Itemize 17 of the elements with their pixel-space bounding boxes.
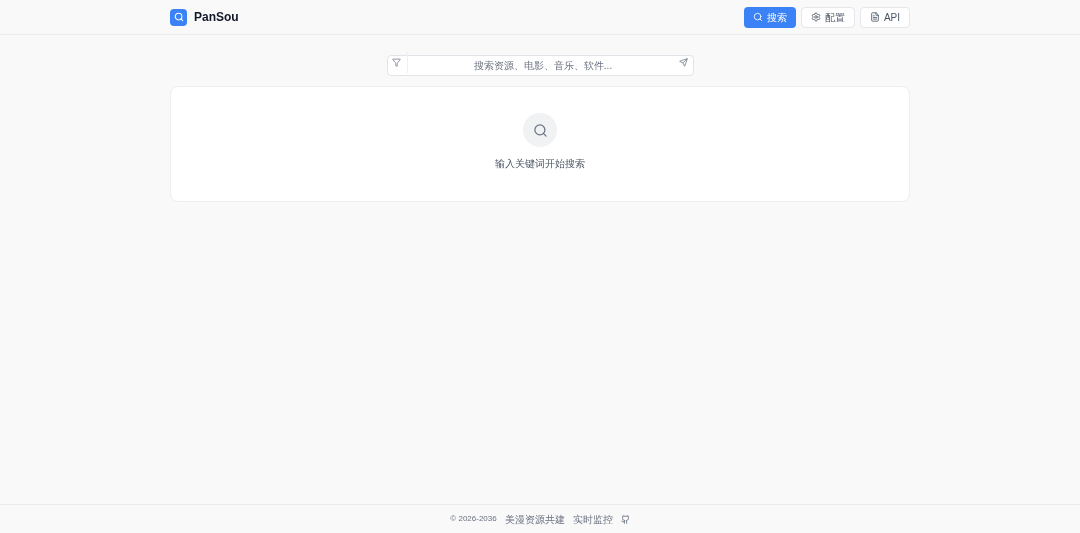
search-icon — [523, 113, 557, 147]
copyright-text: © 2026-2036 — [450, 513, 497, 525]
search-icon — [752, 12, 763, 22]
settings-icon — [810, 12, 821, 22]
doc-icon — [869, 12, 880, 22]
send-icon[interactable] — [678, 58, 688, 67]
app-title: PanSou — [194, 9, 239, 26]
github-icon[interactable] — [620, 514, 630, 524]
nav-button[interactable]: 配置 — [800, 6, 855, 28]
footer-link[interactable]: 美漫资源共建 — [504, 511, 565, 527]
nav-button[interactable]: 搜索 — [743, 6, 796, 28]
footer-link[interactable]: 实时监控 — [572, 511, 613, 527]
search-field[interactable]: 搜索资源、电影、音乐、软件... — [386, 55, 694, 76]
nav-button[interactable]: API — [859, 6, 910, 28]
filter-icon[interactable] — [392, 58, 401, 67]
empty-message: 输入关键词开始搜索 — [495, 157, 585, 171]
logo-icon — [170, 8, 187, 26]
